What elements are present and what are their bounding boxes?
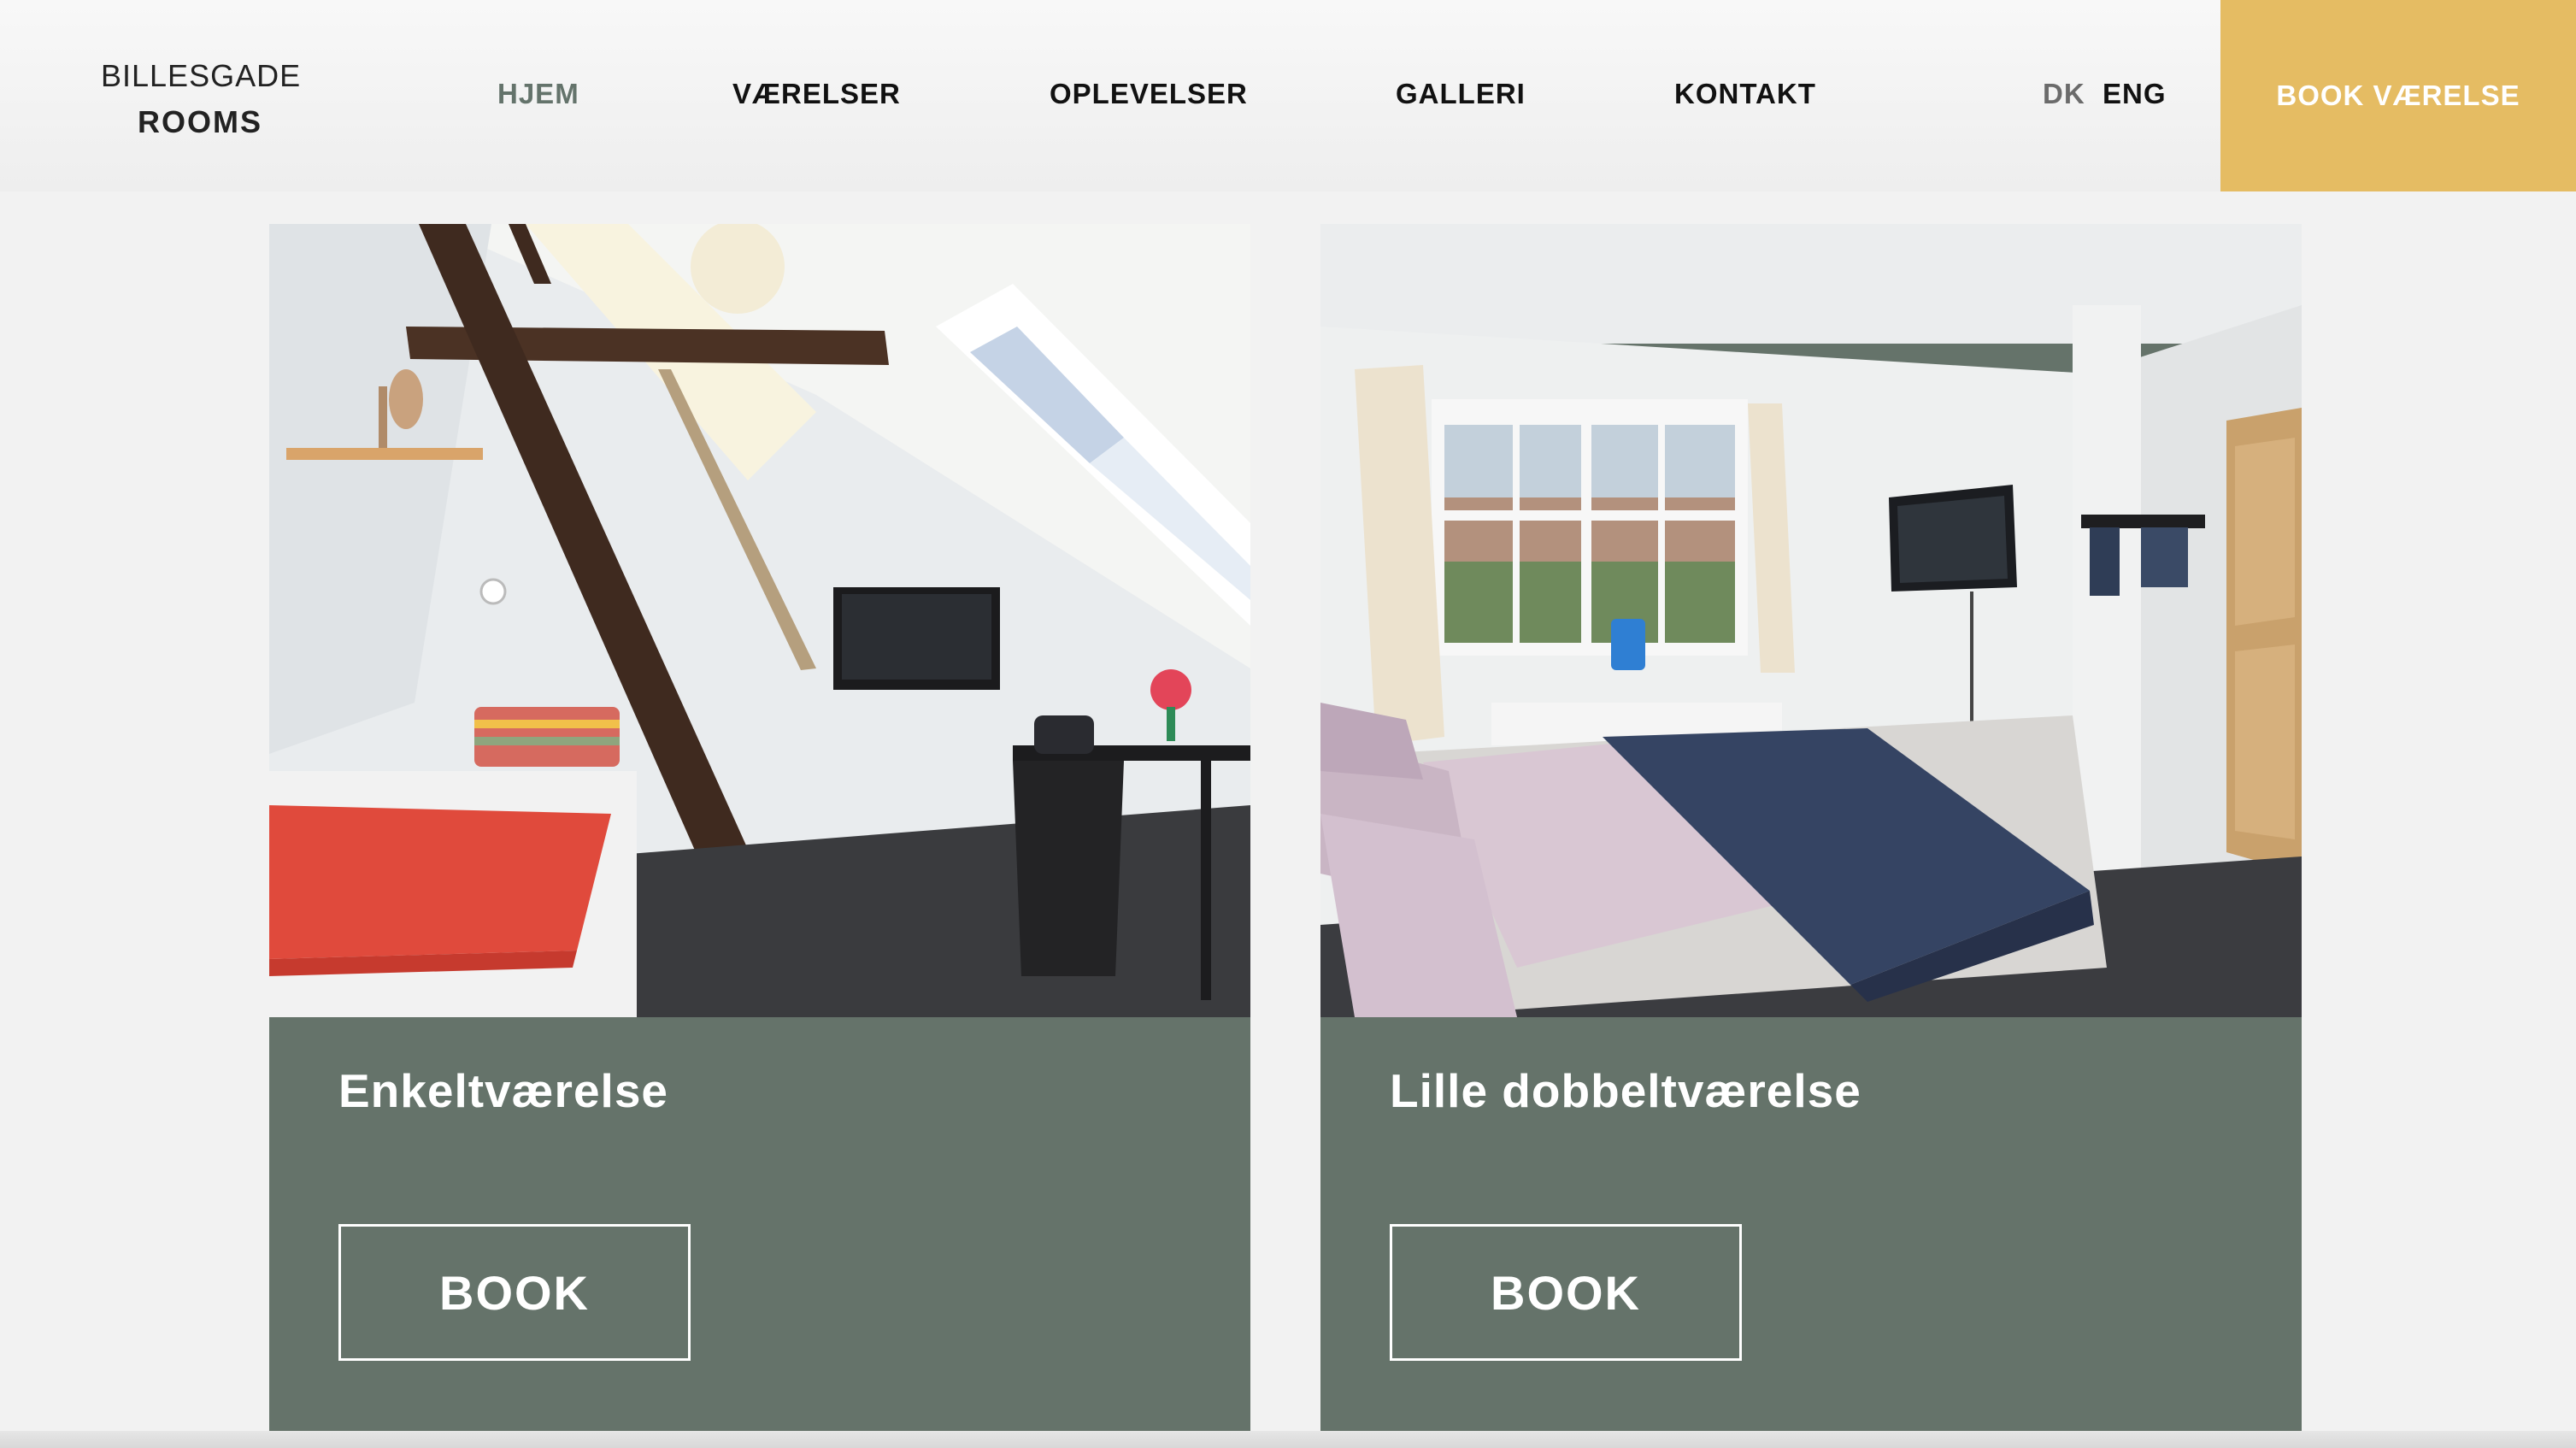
nav-item-oplevelser[interactable]: OPLEVELSER [1050,75,1248,113]
room-card-small-double: Lille dobbeltværelse BOOK [1320,224,2302,1431]
site-header: BILLESGADE ROOMS HJEM VÆRELSER OPLEVELSE… [0,0,2576,191]
room-card-single: Enkeltværelse BOOK [269,224,1250,1431]
site-logo[interactable]: BILLESGADE ROOMS [101,53,302,145]
nav-item-galleri[interactable]: GALLERI [1396,75,1526,113]
single-room-photo[interactable] [269,224,1250,1017]
language-dk[interactable]: DK [2043,75,2085,113]
book-room-button[interactable]: BOOK VÆRELSE [2220,0,2576,191]
room-title-small-double: Lille dobbeltværelse [1390,1064,1861,1117]
logo-line-billesgade: BILLESGADE [101,58,302,93]
logo-line-rooms: ROOMS [137,104,262,139]
nav-item-vaerelser[interactable]: VÆRELSER [732,75,901,113]
small-double-room-photo[interactable] [1320,224,2302,1017]
book-room-button-label: BOOK VÆRELSE [2276,79,2520,111]
nav-item-hjem[interactable]: HJEM [497,75,579,113]
room-title-single: Enkeltværelse [338,1064,668,1117]
book-small-double-room-button[interactable]: BOOK [1390,1224,1742,1361]
book-button-label: BOOK [1491,1265,1641,1320]
page-bottom-edge [0,1431,2576,1448]
book-button-label: BOOK [439,1265,590,1320]
nav-item-kontakt[interactable]: KONTAKT [1674,75,1816,113]
language-eng[interactable]: ENG [2103,75,2167,113]
book-single-room-button[interactable]: BOOK [338,1224,691,1361]
